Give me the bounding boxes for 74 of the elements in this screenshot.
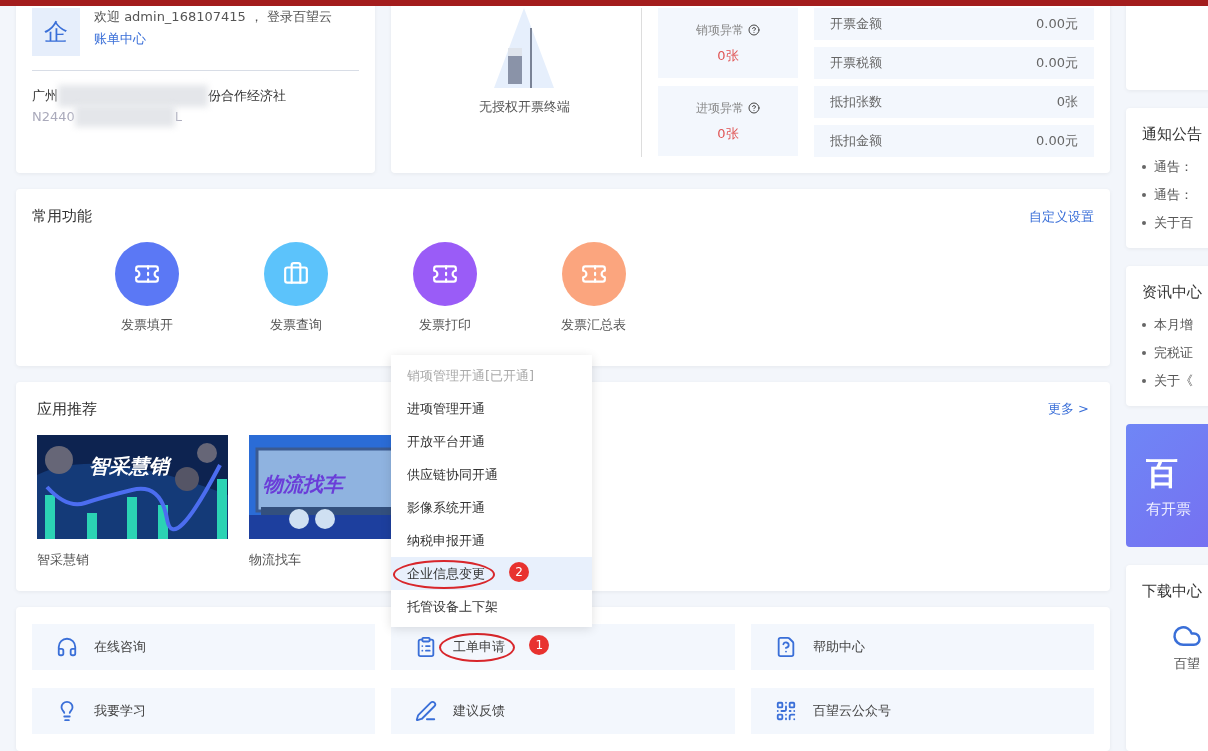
stat-label: 抵扣张数 bbox=[830, 93, 882, 111]
stat-value: 0张 bbox=[1056, 93, 1078, 111]
bullet-dot bbox=[1142, 164, 1146, 169]
bill-center-link[interactable]: 账单中心 bbox=[94, 30, 333, 48]
shortcut-tile[interactable]: 工单申请 1 bbox=[391, 624, 735, 670]
shortcut-label: 帮助中心 bbox=[812, 638, 865, 656]
bullet-dot bbox=[1142, 192, 1146, 197]
annotation-badge: 2 bbox=[509, 561, 529, 582]
notice-item[interactable]: 通告： bbox=[1154, 185, 1193, 204]
shortcut-tile[interactable]: 百望云公众号 bbox=[750, 688, 1094, 734]
menu-item[interactable]: 纳税申报开通 bbox=[391, 524, 592, 557]
app-label[interactable]: 智采慧销 bbox=[37, 550, 228, 569]
briefcase-icon bbox=[282, 261, 309, 287]
bullet-dot bbox=[1142, 220, 1146, 225]
stat-value: 0.00元 bbox=[1036, 15, 1078, 33]
section-title: 资讯中心 bbox=[1142, 282, 1202, 301]
shortcut-label: 百望云公众号 bbox=[812, 702, 891, 720]
bullet-dot bbox=[1142, 322, 1146, 327]
news-item[interactable]: 完税证 bbox=[1154, 343, 1193, 362]
menu-item[interactable]: 进项管理开通 bbox=[391, 392, 592, 425]
company-name: 广州 bbox=[32, 87, 58, 105]
function-label[interactable]: 发票汇总表 bbox=[561, 316, 626, 334]
customize-link[interactable]: 自定义设置 bbox=[1029, 207, 1094, 226]
stat-label: 抵扣金额 bbox=[830, 132, 882, 150]
more-link[interactable]: 更多 > bbox=[1047, 400, 1089, 419]
promo-subtitle: 有开票 bbox=[1146, 499, 1192, 519]
section-title: 通知公告 bbox=[1142, 124, 1202, 143]
annotation-badge: 1 bbox=[529, 635, 550, 655]
shortcut-label: 我要学习 bbox=[94, 702, 146, 720]
company-logo: 企 bbox=[32, 8, 80, 56]
notice-item[interactable]: 关于百 bbox=[1154, 213, 1193, 232]
bullet-dot bbox=[1142, 350, 1146, 355]
stat-value: 0.00元 bbox=[1036, 132, 1078, 150]
function-label[interactable]: 发票打印 bbox=[418, 316, 471, 334]
stat-value: 0.00元 bbox=[1036, 54, 1078, 72]
promo-banner[interactable]: 百 有开票 bbox=[1126, 423, 1208, 547]
shortcut-tile[interactable]: 在线咨询 bbox=[32, 624, 376, 670]
anomaly-label: 销项异常 bbox=[696, 21, 744, 39]
news-item[interactable]: 关于《 bbox=[1154, 371, 1193, 390]
menu-item[interactable]: 影像系统开通 bbox=[391, 491, 592, 524]
menu-item[interactable]: 托管设备上下架 bbox=[391, 590, 592, 623]
function-label[interactable]: 发票填开 bbox=[120, 316, 173, 334]
download-item[interactable]: 百望 bbox=[1174, 654, 1200, 673]
welcome-text: 欢迎 admin_168107415 ， 登录百望云 bbox=[94, 8, 333, 26]
anomaly-count: 0张 bbox=[717, 46, 739, 65]
menu-item[interactable]: 企业信息变更 2 bbox=[391, 557, 592, 590]
menu-item[interactable]: 开放平台开通 bbox=[391, 425, 592, 458]
help-icon[interactable] bbox=[748, 24, 760, 36]
shortcut-tile[interactable]: 建议反馈 bbox=[391, 688, 735, 734]
section-title: 常用功能 bbox=[32, 207, 92, 226]
function-label[interactable]: 发票查询 bbox=[269, 316, 322, 334]
shortcut-label: 建议反馈 bbox=[453, 702, 506, 720]
shortcut-tile[interactable]: 我要学习 bbox=[32, 688, 376, 734]
bullet-dot bbox=[1142, 378, 1146, 383]
headset-icon bbox=[56, 636, 78, 658]
section-title: 下载中心 bbox=[1142, 581, 1202, 600]
pen-icon bbox=[415, 700, 438, 722]
stat-label: 开票税额 bbox=[830, 54, 882, 72]
stat-label: 开票金额 bbox=[830, 15, 882, 33]
company-name: 份合作经济社 bbox=[208, 87, 286, 105]
tax-id: N2440 bbox=[32, 108, 75, 124]
shortcut-label: 在线咨询 bbox=[94, 638, 146, 656]
promo-title: 百 bbox=[1146, 452, 1179, 494]
notice-item[interactable]: 通告： bbox=[1154, 157, 1193, 176]
qr-code-icon bbox=[774, 700, 797, 722]
tax-id: L bbox=[174, 108, 183, 124]
section-title: 应用推荐 bbox=[37, 399, 97, 419]
anomaly-label: 进项异常 bbox=[696, 99, 744, 117]
shortcut-tile[interactable]: 帮助中心 bbox=[750, 624, 1094, 670]
news-item[interactable]: 本月增 bbox=[1154, 315, 1193, 334]
help-icon[interactable] bbox=[748, 102, 760, 114]
menu-item[interactable]: 供应链协同开通 bbox=[391, 458, 592, 491]
anomaly-count: 0张 bbox=[717, 124, 739, 143]
terminal-status: 无授权开票终端 bbox=[478, 98, 570, 116]
